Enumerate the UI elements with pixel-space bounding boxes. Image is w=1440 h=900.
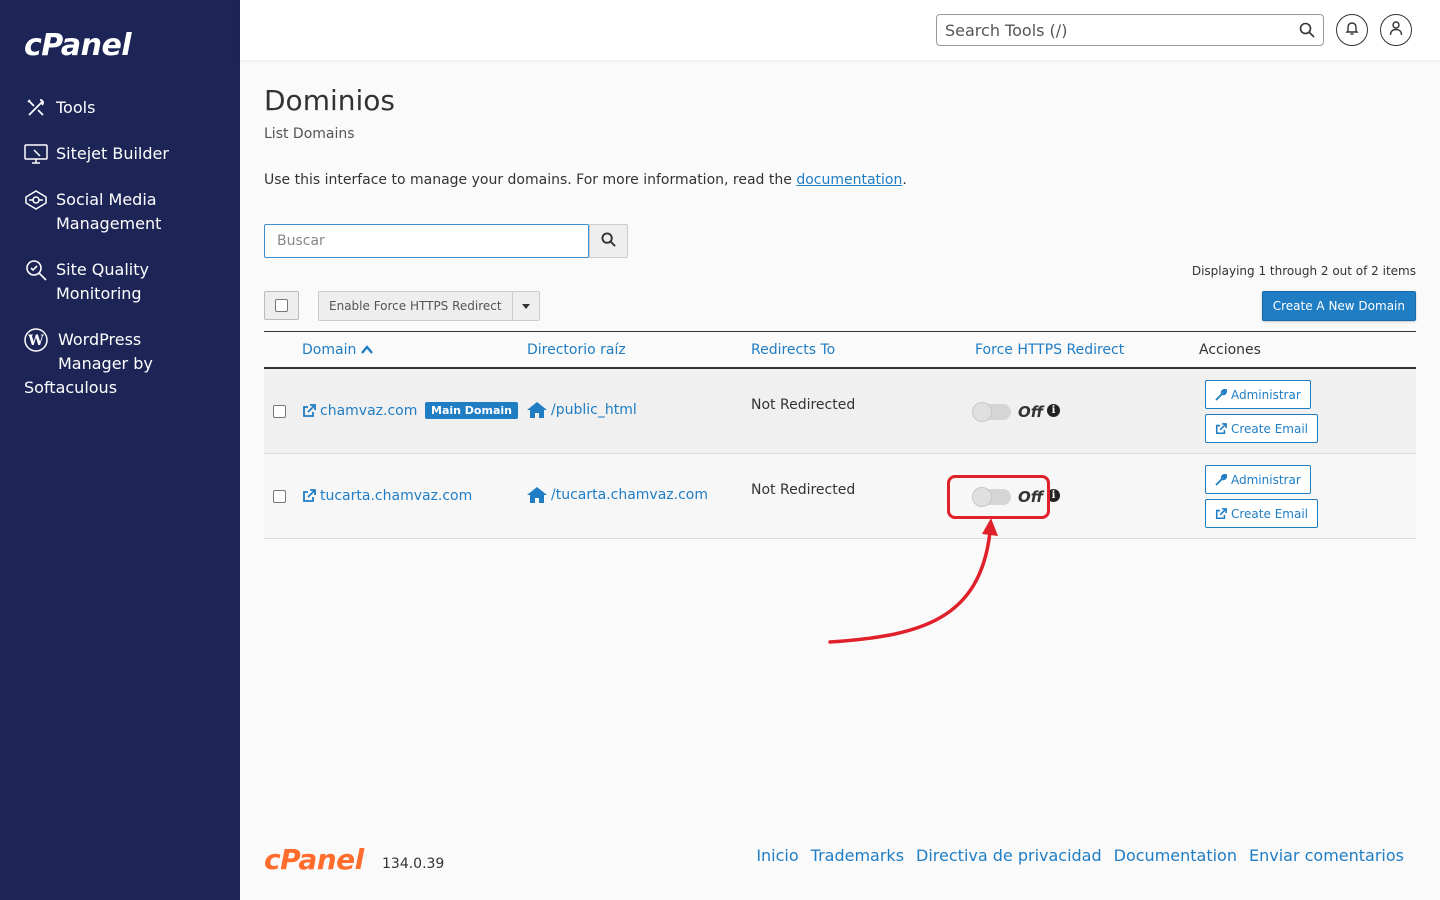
version-number: 134.0.39 (382, 856, 445, 872)
main-domain-badge: Main Domain (425, 402, 518, 419)
info-icon[interactable]: i (1047, 404, 1060, 417)
page-title: Dominios (264, 84, 395, 117)
cpanel-logo[interactable]: cPanel (24, 28, 132, 63)
header-redirects[interactable]: Redirects To (751, 342, 835, 358)
tool-search-input[interactable] (937, 15, 1277, 45)
tools-icon (24, 96, 48, 120)
svg-text:W: W (27, 333, 44, 349)
domain-search[interactable] (264, 224, 589, 258)
domain-link[interactable]: chamvaz.com (302, 403, 417, 419)
notifications-button[interactable] (1336, 14, 1368, 46)
header-domain[interactable]: Domain (302, 342, 373, 358)
select-all-checkbox[interactable] (264, 291, 299, 320)
footer-link-feedback[interactable]: Enviar comentarios (1249, 846, 1404, 865)
user-menu-button[interactable] (1380, 14, 1412, 46)
redirect-status: Not Redirected (751, 482, 856, 498)
header-actions: Acciones (1199, 342, 1261, 358)
sitejet-icon (24, 142, 48, 166)
header-force-https[interactable]: Force HTTPS Redirect (975, 342, 1124, 358)
footer-link-documentation[interactable]: Documentation (1114, 846, 1237, 865)
search-icon[interactable] (1299, 22, 1315, 42)
chevron-up-icon (360, 345, 373, 354)
sidebar-nav: Tools Sitejet Builder Social Media Manage… (0, 92, 240, 418)
root-dir-link[interactable]: /public_html (527, 402, 637, 418)
domain-search-input[interactable] (265, 225, 588, 257)
site-quality-icon (24, 258, 48, 282)
search-button[interactable] (589, 224, 628, 258)
caret-down-icon[interactable] (513, 292, 539, 320)
table-row: chamvaz.com Main Domain /public_html Not… (264, 369, 1416, 454)
home-icon (527, 487, 547, 503)
sidebar: cPanel Tools Sitejet Builder Social Medi… (0, 0, 240, 900)
documentation-link[interactable]: documentation (796, 172, 902, 188)
sidebar-item-label: Site Quality Monitoring (56, 260, 149, 303)
external-link-icon (303, 489, 316, 502)
wordpress-icon: W (24, 328, 48, 352)
footer-cpanel-logo: cPanel (264, 843, 364, 876)
sidebar-item-tools[interactable]: Tools (0, 92, 240, 124)
toggle-state-label: Off (1018, 403, 1044, 421)
page-subtitle: List Domains (264, 126, 355, 142)
manage-button[interactable]: Administrar (1205, 380, 1311, 409)
sidebar-item-social-media[interactable]: Social Media Management (0, 184, 240, 240)
redirect-status: Not Redirected (751, 397, 856, 413)
create-email-button[interactable]: Create Email (1205, 499, 1318, 528)
external-link-icon (1215, 422, 1227, 434)
sidebar-item-wordpress[interactable]: W WordPress Manager by Softaculous (0, 324, 240, 404)
page-description: Use this interface to manage your domain… (264, 172, 907, 188)
external-link-icon (1215, 507, 1227, 519)
bulk-action-button[interactable]: Enable Force HTTPS Redirect (319, 292, 513, 320)
domains-table: Domain Directorio raíz Redirects To Forc… (264, 331, 1416, 539)
toggle-knob (972, 402, 992, 422)
wrench-icon (1215, 388, 1227, 401)
external-link-icon (303, 404, 316, 417)
footer-link-privacy[interactable]: Directiva de privacidad (916, 846, 1102, 865)
home-icon (527, 402, 547, 418)
search-icon (601, 231, 616, 251)
topbar (240, 0, 1440, 60)
user-icon (1388, 20, 1404, 40)
sidebar-item-label: Tools (56, 98, 96, 117)
table-header: Domain Directorio raíz Redirects To Forc… (264, 331, 1416, 369)
bell-icon (1344, 20, 1360, 40)
sidebar-item-sitejet[interactable]: Sitejet Builder (0, 138, 240, 170)
root-dir-link[interactable]: /tucarta.chamvaz.com (527, 487, 708, 503)
footer-link-trademarks[interactable]: Trademarks (811, 846, 904, 865)
create-email-button[interactable]: Create Email (1205, 414, 1318, 443)
sidebar-item-label: Social Media Management (56, 190, 162, 233)
force-https-toggle[interactable] (972, 402, 1011, 422)
tool-search[interactable] (936, 14, 1324, 46)
row-checkbox[interactable] (273, 490, 286, 503)
pagination-info: Displaying 1 through 2 out of 2 items (1191, 264, 1416, 278)
create-domain-button[interactable]: Create A New Domain (1261, 291, 1416, 321)
manage-button[interactable]: Administrar (1205, 465, 1311, 494)
checkbox[interactable] (275, 299, 288, 312)
sidebar-item-label: Sitejet Builder (56, 144, 169, 163)
social-media-icon (24, 188, 48, 212)
sidebar-item-site-quality[interactable]: Site Quality Monitoring (0, 254, 240, 310)
footer-links: Inicio Trademarks Directiva de privacida… (756, 846, 1404, 865)
footer-link-home[interactable]: Inicio (756, 846, 798, 865)
bulk-action-dropdown[interactable]: Enable Force HTTPS Redirect (318, 291, 540, 321)
annotation-arrow (828, 518, 998, 644)
row-checkbox[interactable] (273, 405, 286, 418)
wrench-icon (1215, 473, 1227, 486)
domain-link[interactable]: tucarta.chamvaz.com (302, 488, 472, 504)
header-root-dir[interactable]: Directorio raíz (527, 342, 626, 358)
